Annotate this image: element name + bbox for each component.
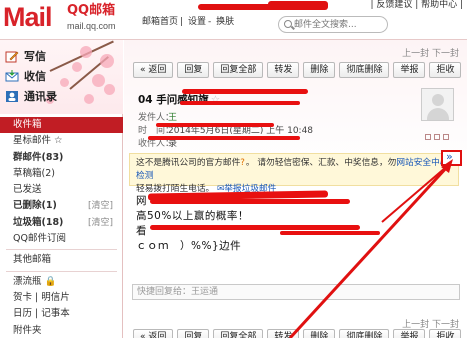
qq-mail-window: Mail QQ邮箱 mail.qq.com 邮箱首页 | 设置 - 换肤 | 反馈建… — [0, 0, 467, 338]
annotation-arrows — [288, 159, 453, 338]
